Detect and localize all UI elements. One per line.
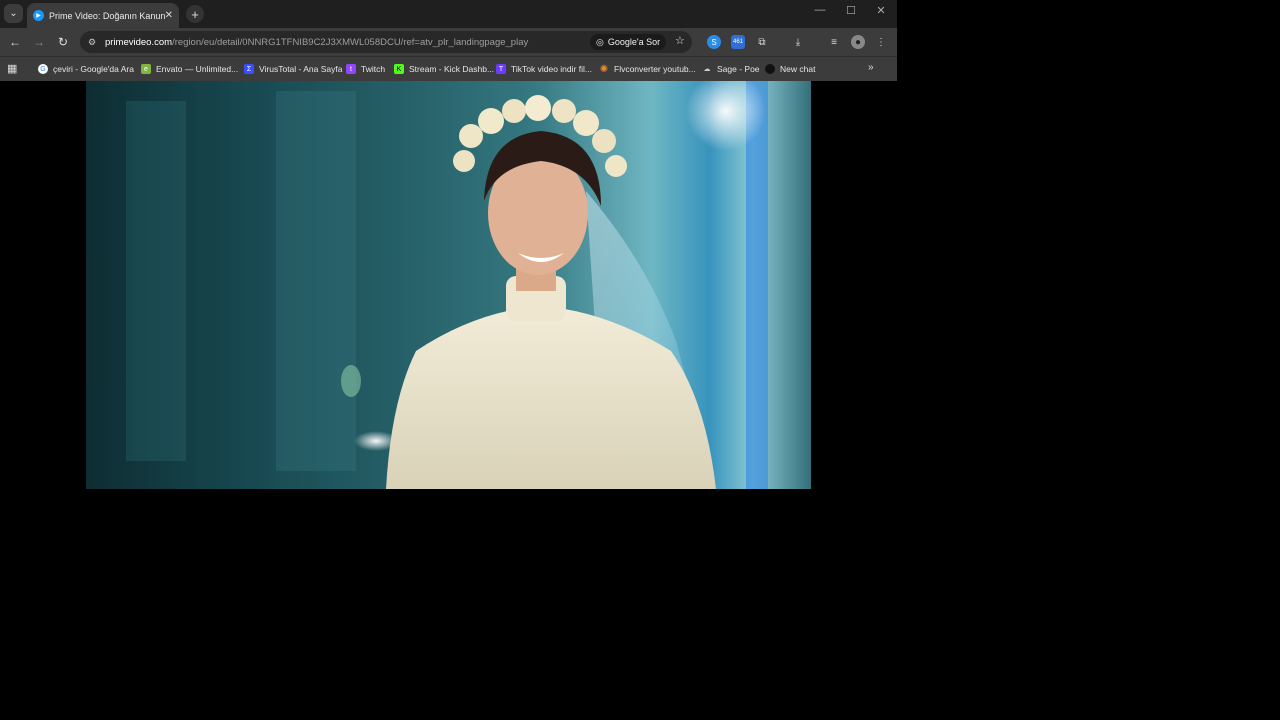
bookmark-label: New chat [780, 64, 816, 74]
flvconverter-icon: ✺ [599, 63, 609, 75]
bookmark-item[interactable]: t Twitch [346, 61, 385, 77]
url-path: /region/eu/detail/0NNRG1TFNIB9C2J3XMWL05… [172, 36, 529, 48]
maximize-button[interactable]: ☐ [836, 4, 866, 17]
bookmark-label: Sage - Poe [717, 64, 760, 74]
twitch-icon: t [346, 64, 356, 74]
new-tab-button[interactable]: + [186, 5, 204, 23]
video-player[interactable] [0, 81, 897, 489]
close-window-button[interactable]: ✕ [866, 4, 896, 17]
bookmark-label: Flvconverter youtub... [614, 64, 696, 74]
close-tab-icon[interactable]: ✕ [165, 10, 173, 21]
kick-icon: K [394, 64, 404, 74]
forward-button[interactable]: → [30, 33, 48, 51]
lens-icon: ◎ [596, 36, 604, 47]
bookmark-item[interactable]: e Envato — Unlimited... [141, 61, 238, 77]
back-button[interactable]: ← [6, 33, 24, 51]
address-bar[interactable]: ⚙ primevideo.com/region/eu/detail/0NNRG1… [80, 31, 692, 53]
badge-count: 461 [732, 39, 743, 45]
browser-window: ⌄ ▶ Prime Video: Doğanın Kanunu ✕ + — ☐ … [0, 0, 897, 489]
bookmark-star-icon[interactable]: ☆ [675, 34, 685, 47]
prime-video-icon: ▶ [33, 10, 44, 21]
site-info-icon[interactable]: ⚙ [88, 37, 102, 48]
google-ask-label: Google'a Sor [607, 37, 661, 47]
profile-avatar-icon[interactable]: ● [851, 35, 865, 49]
url-host: primevideo.com [105, 36, 173, 48]
url-text: primevideo.com/region/eu/detail/0NNRG1TF… [105, 37, 528, 48]
media-control-icon[interactable]: ≡ [827, 35, 841, 49]
arrow-right-icon: → [33, 35, 45, 49]
bookmark-item[interactable]: K Stream - Kick Dashb... [394, 61, 494, 77]
minimize-button[interactable]: — [805, 4, 835, 16]
bookmark-label: VirusTotal - Ana Sayfa [259, 64, 343, 74]
active-tab[interactable]: ▶ Prime Video: Doğanın Kanunu ✕ [27, 3, 179, 28]
tiktok-icon: T [496, 64, 506, 74]
bookmark-item[interactable]: G çeviri - Google'da Ara [38, 61, 134, 77]
bookmark-label: TikTok video indir fil... [511, 64, 592, 74]
extension-icon[interactable]: S [707, 35, 721, 49]
extension-badge-icon[interactable]: 461 [731, 35, 745, 49]
tab-title: Prime Video: Doğanın Kanunu [49, 10, 165, 21]
bookmark-item[interactable]: New chat [765, 61, 815, 77]
extensions-puzzle-icon[interactable]: ⧉ [755, 35, 769, 49]
google-ask-button[interactable]: ◎ Google'a Sor [590, 34, 667, 50]
bookmark-item[interactable]: T TikTok video indir fil... [496, 61, 592, 77]
google-icon: G [38, 64, 48, 74]
bookmarks-overflow-icon[interactable]: » [868, 62, 874, 73]
bookmarks-bar: ▦ G çeviri - Google'da Ara e Envato — Un… [0, 56, 897, 81]
download-icon[interactable]: ⤓ [791, 35, 805, 49]
bookmark-label: çeviri - Google'da Ara [53, 64, 134, 74]
video-still-image [86, 81, 811, 489]
bookmark-label: Twitch [361, 64, 386, 74]
envato-icon: e [141, 64, 151, 74]
bookmark-label: Envato — Unlimited... [156, 64, 239, 74]
chat-icon [765, 64, 775, 74]
bookmark-item[interactable]: ✺ Flvconverter youtub... [599, 61, 696, 77]
toolbar: ← → ↻ ⚙ primevideo.com/region/eu/detail/… [0, 28, 897, 56]
apps-grid-icon[interactable]: ▦ [7, 62, 17, 75]
bookmark-label: Stream - Kick Dashb... [409, 64, 495, 74]
arrow-left-icon: ← [9, 35, 21, 49]
chevron-down-icon: ⌄ [9, 8, 18, 19]
bookmark-item[interactable]: Σ VirusTotal - Ana Sayfa [244, 61, 342, 77]
plus-icon: + [191, 6, 199, 22]
bookmark-item[interactable]: ☁ Sage - Poe [702, 61, 760, 77]
video-frame[interactable] [86, 81, 811, 489]
virustotal-icon: Σ [244, 64, 254, 74]
tab-strip: ⌄ ▶ Prime Video: Doğanın Kanunu ✕ + — ☐ … [0, 0, 897, 28]
tab-search-button[interactable]: ⌄ [4, 4, 23, 23]
poe-icon: ☁ [703, 66, 711, 73]
reload-icon: ↻ [57, 35, 69, 49]
reload-button[interactable]: ↻ [54, 33, 72, 51]
menu-kebab-icon[interactable]: ⋮ [874, 35, 888, 49]
